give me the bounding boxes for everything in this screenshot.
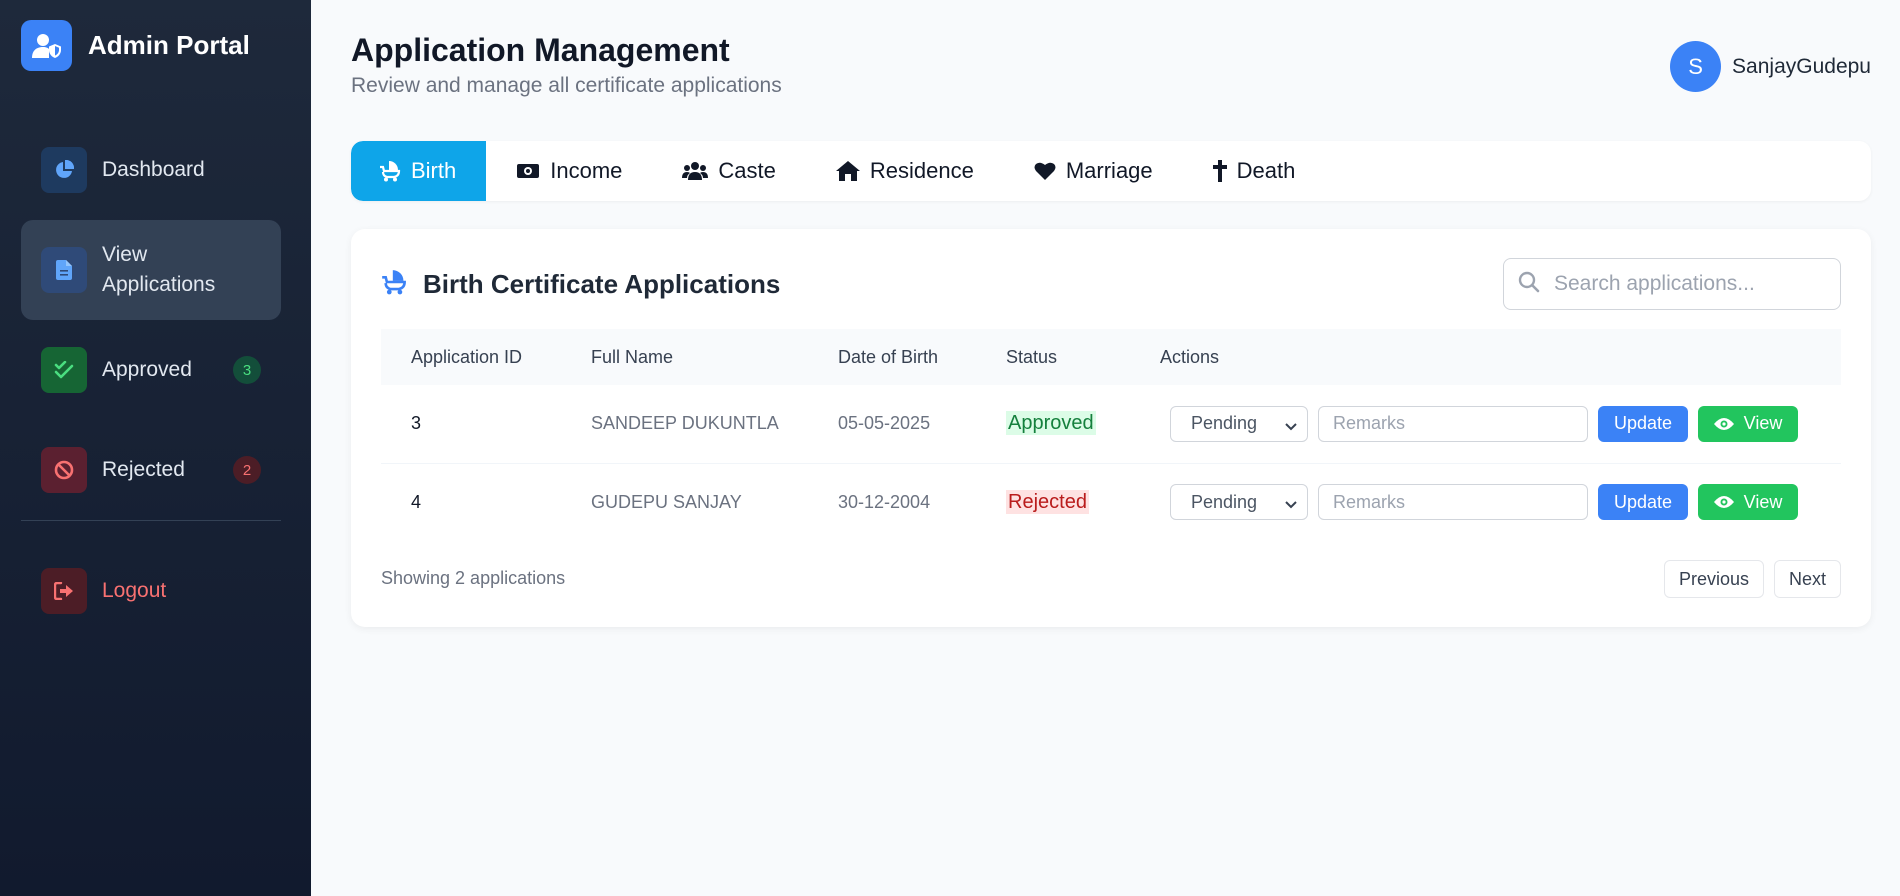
pagination: Previous Next	[1654, 560, 1841, 598]
tab-label: Marriage	[1065, 158, 1153, 183]
page-subtitle: Review and manage all certificate applic…	[351, 74, 782, 97]
heart-icon	[1034, 161, 1056, 181]
rejected-count-badge: 2	[233, 456, 261, 484]
search-box	[1503, 258, 1841, 310]
view-button[interactable]: View	[1698, 484, 1798, 521]
date-of-birth: 30-12-2004	[838, 491, 931, 512]
previous-button[interactable]: Previous	[1663, 560, 1764, 598]
sidebar-item-label: Dashboard	[102, 158, 205, 181]
sidebar-item-label: View Applications	[102, 243, 216, 296]
tab-label: Caste	[718, 158, 776, 183]
column-header: Status	[1006, 346, 1058, 367]
status-cell: Approved	[976, 385, 1130, 464]
remarks-input[interactable]	[1318, 484, 1588, 521]
tab-income[interactable]: Income	[486, 141, 652, 201]
avatar: S	[1670, 41, 1722, 92]
update-button[interactable]: Update	[1598, 405, 1688, 442]
baby-carriage-icon	[381, 269, 407, 300]
sidebar-item-rejected[interactable]: Rejected 2	[21, 420, 281, 520]
actions-cell: Pending Update	[1130, 385, 1841, 464]
tab-marriage[interactable]: Marriage	[1004, 141, 1183, 201]
status-badge: Approved	[1006, 411, 1096, 436]
sidebar-item-label: Rejected	[102, 458, 185, 481]
sidebar-item-label: Approved	[102, 358, 192, 381]
status-badge: Rejected	[1006, 489, 1089, 514]
brand-title: Admin Portal	[88, 30, 250, 60]
check-double-icon	[41, 347, 87, 393]
tab-label: Residence	[869, 158, 974, 183]
column-header: Date of Birth	[838, 346, 939, 367]
tab-residence[interactable]: Residence	[806, 141, 1004, 201]
column-header: Actions	[1160, 346, 1220, 367]
users-icon	[682, 161, 709, 181]
sidebar-divider	[21, 520, 281, 521]
tab-birth[interactable]: Birth	[351, 141, 487, 201]
table-row: 4 GUDEPU SANJAY 30-12-2004 Rejected Pend…	[381, 463, 1841, 541]
tab-label: Death	[1236, 158, 1296, 183]
applications-card: Birth Certificate Applications Applicati…	[351, 229, 1871, 627]
row-actions: Pending Update	[1160, 405, 1841, 442]
tab-caste[interactable]: Caste	[652, 141, 805, 201]
table-header-row: Application ID Full Name Date of Birth S…	[381, 329, 1841, 385]
user-name: SanjayGudepu	[1732, 54, 1871, 78]
sidebar-nav: Dashboard View Applications Approved 3 R…	[21, 120, 281, 641]
date-of-birth: 05-05-2025	[808, 385, 976, 464]
applications-table: Application ID Full Name Date of Birth S…	[381, 329, 1841, 541]
tab-label: Birth	[411, 158, 457, 183]
search-input[interactable]	[1554, 272, 1814, 296]
chevron-down-icon	[1285, 495, 1297, 516]
next-button[interactable]: Next	[1773, 560, 1841, 598]
certificate-tabs: Birth Income Caste Residence Marriage De…	[351, 141, 1871, 201]
chevron-down-icon	[1285, 417, 1297, 438]
user-menu[interactable]: S SanjayGudepu	[1670, 41, 1871, 92]
eye-icon	[1713, 417, 1734, 430]
sidebar: Admin Portal Dashboard View Applications…	[0, 0, 311, 896]
card-header: Birth Certificate Applications	[381, 269, 780, 300]
page-title: Application Management	[351, 32, 730, 68]
home-icon	[835, 161, 860, 181]
card-title: Birth Certificate Applications	[423, 269, 781, 299]
results-count: Showing 2 applications	[381, 568, 566, 588]
sidebar-item-dashboard[interactable]: Dashboard	[21, 120, 281, 220]
money-bill-icon	[516, 162, 540, 180]
sidebar-item-approved[interactable]: Approved 3	[21, 320, 281, 420]
actions-cell: Pending Update	[1130, 463, 1841, 541]
sign-out-icon	[41, 568, 87, 614]
view-button-label: View	[1743, 413, 1783, 434]
cross-icon	[1212, 160, 1227, 182]
application-id: 4	[411, 491, 422, 512]
ban-icon	[41, 447, 87, 493]
status-cell: Rejected	[976, 463, 1130, 541]
full-name: GUDEPU SANJAY	[591, 491, 742, 512]
search-icon	[1518, 271, 1540, 298]
column-header: Full Name	[591, 346, 674, 367]
eye-icon	[1713, 496, 1734, 509]
baby-carriage-icon	[379, 160, 401, 182]
full-name: SANDEEP DUKUNTLA	[561, 385, 808, 464]
row-actions: Pending Update	[1160, 484, 1841, 521]
remarks-input[interactable]	[1318, 405, 1588, 442]
status-select[interactable]: Pending	[1170, 405, 1308, 442]
user-shield-icon	[21, 20, 72, 71]
status-select[interactable]: Pending	[1170, 484, 1308, 521]
tab-death[interactable]: Death	[1183, 141, 1326, 201]
table-row: 3 SANDEEP DUKUNTLA 05-05-2025 Approved P…	[381, 385, 1841, 464]
view-button[interactable]: View	[1698, 405, 1798, 442]
logout-button[interactable]: Logout	[21, 541, 281, 641]
chart-pie-icon	[41, 147, 87, 193]
status-select-value: Pending	[1191, 413, 1258, 434]
status-select-value: Pending	[1191, 491, 1258, 512]
file-icon	[41, 247, 87, 293]
view-button-label: View	[1743, 491, 1783, 512]
column-header: Application ID	[411, 346, 523, 367]
logout-label: Logout	[102, 579, 167, 602]
update-button[interactable]: Update	[1598, 484, 1688, 521]
tab-label: Income	[550, 158, 623, 183]
sidebar-item-view-applications[interactable]: View Applications	[21, 220, 281, 320]
approved-count-badge: 3	[233, 356, 261, 384]
application-id: 3	[381, 385, 561, 464]
brand[interactable]: Admin Portal	[21, 20, 250, 71]
